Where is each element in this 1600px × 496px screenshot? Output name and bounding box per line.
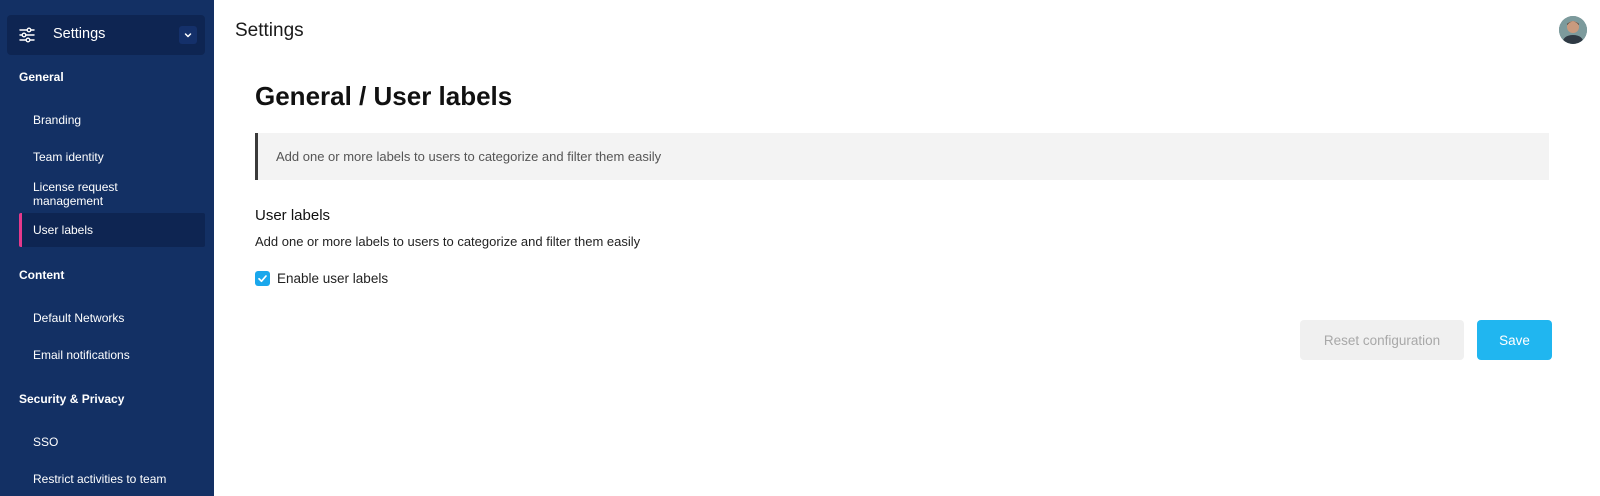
sidebar-item-license-request-management[interactable]: License request management <box>19 180 159 208</box>
enable-user-labels-checkbox[interactable] <box>255 271 270 286</box>
app-switcher[interactable]: Settings <box>7 15 205 55</box>
sidebar: Settings General Branding Team identity … <box>0 0 214 496</box>
sidebar-item-team-identity[interactable]: Team identity <box>19 150 205 164</box>
section-description: Add one or more labels to users to categ… <box>255 234 641 249</box>
info-callout: Add one or more labels to users to categ… <box>255 133 1549 180</box>
sidebar-item-branding[interactable]: Branding <box>19 113 205 127</box>
app-switcher-label: Settings <box>53 26 106 42</box>
sidebar-item-email-notifications[interactable]: Email notifications <box>19 348 205 362</box>
sidebar-section-general: General <box>19 70 64 84</box>
sidebar-item-default-networks[interactable]: Default Networks <box>19 311 205 325</box>
user-avatar[interactable] <box>1559 16 1587 44</box>
page-title: General / User labels <box>255 81 513 111</box>
sidebar-section-content: Content <box>19 268 65 282</box>
main-content: Settings General / User labels Add one o… <box>214 0 1600 496</box>
sidebar-section-security-privacy: Security & Privacy <box>19 392 125 406</box>
sidebar-item-restrict-activities[interactable]: Restrict activities to team <box>19 472 205 486</box>
app-root: Settings General Branding Team identity … <box>0 0 1600 496</box>
section-heading: User labels <box>255 207 331 224</box>
sidebar-item-user-labels[interactable]: User labels <box>19 213 205 247</box>
save-button[interactable]: Save <box>1477 320 1552 360</box>
info-callout-text: Add one or more labels to users to categ… <box>276 149 662 164</box>
sliders-icon <box>19 27 35 43</box>
enable-user-labels-label: Enable user labels <box>277 271 389 286</box>
checkmark-icon <box>258 275 267 283</box>
reset-configuration-button[interactable]: Reset configuration <box>1300 320 1464 360</box>
sidebar-item-label: User labels <box>33 223 94 237</box>
header-title: Settings <box>235 20 304 41</box>
enable-user-labels-row[interactable]: Enable user labels <box>255 271 388 286</box>
chevron-down-icon[interactable] <box>179 26 197 44</box>
sidebar-item-sso[interactable]: SSO <box>19 435 205 449</box>
